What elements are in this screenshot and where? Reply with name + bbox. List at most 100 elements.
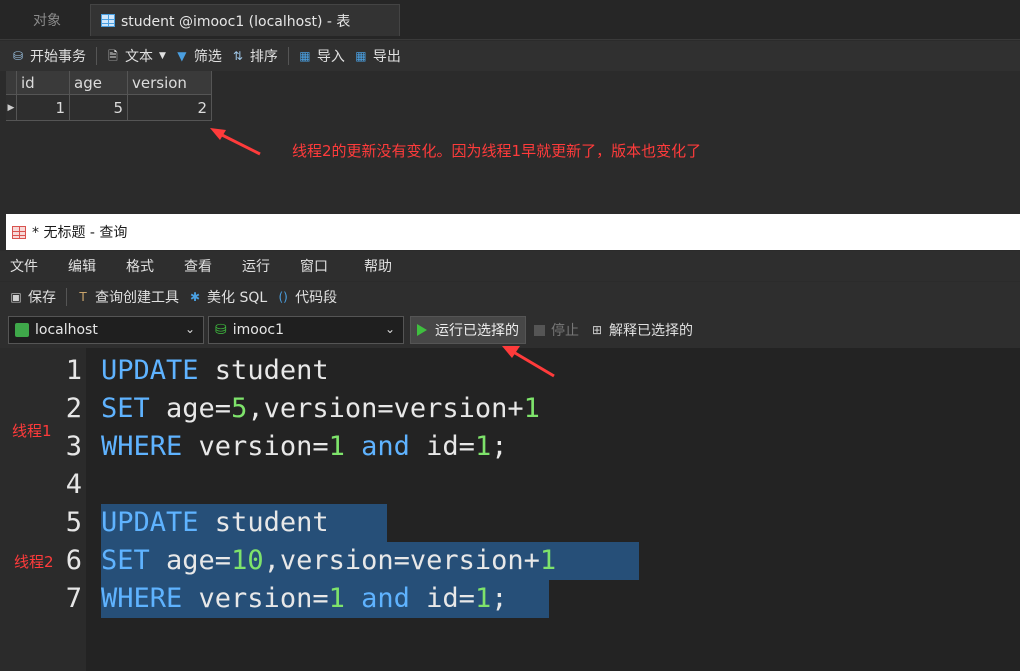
- thread1-label: 线程1: [12, 422, 52, 440]
- line-number: 1: [65, 355, 82, 386]
- sql-identifier: id=: [409, 583, 475, 614]
- import-button[interactable]: ▦ 导入: [297, 46, 345, 66]
- filter-button[interactable]: ▼ 筛选: [174, 46, 222, 66]
- menu-run[interactable]: 运行: [242, 256, 270, 276]
- thread2-label: 线程2: [14, 553, 54, 571]
- column-header-age[interactable]: age: [70, 71, 128, 95]
- tab-objects[interactable]: 对象: [6, 4, 88, 36]
- sql-editor[interactable]: 1 UPDATE student 2 SET age=5,version=versio…: [0, 348, 1020, 671]
- code-snippet-button[interactable]: () 代码段: [275, 287, 337, 307]
- sql-keyword: and: [361, 583, 410, 614]
- code-line[interactable]: 7 WHERE version=1 and id=1;: [0, 580, 1020, 618]
- cell-version[interactable]: 2: [128, 95, 212, 121]
- connection-select[interactable]: localhost ⌄: [8, 316, 204, 344]
- filter-label: 筛选: [193, 49, 222, 65]
- sql-number: 1: [328, 583, 345, 614]
- menu-edit[interactable]: 编辑: [68, 256, 96, 276]
- chevron-down-icon: ⌄: [184, 322, 195, 336]
- sql-identifier: age=: [149, 545, 232, 576]
- sql-identifier: student: [198, 355, 329, 386]
- export-icon: ▦: [355, 49, 367, 63]
- code-text: WHERE version=1 and id=1;: [101, 428, 507, 466]
- query-builder-label: 查询创建工具: [95, 290, 179, 306]
- row-pointer-icon: ▶: [6, 95, 17, 121]
- tab-objects-label: 对象: [33, 13, 61, 29]
- table-annotation: 线程2的更新没有变化。因为线程1早就更新了，版本也变化了: [292, 142, 702, 160]
- dropdown-arrow-icon: ▼: [159, 51, 166, 61]
- code-text: WHERE version=1 and id=1;: [101, 580, 507, 618]
- menu-window[interactable]: 窗口: [300, 256, 328, 276]
- tab-student-table[interactable]: student @imooc1 (localhost) - 表: [90, 4, 400, 36]
- code-line[interactable]: 2 SET age=5,version=version+1: [0, 390, 1020, 428]
- sql-keyword: and: [361, 431, 410, 462]
- connection-icon: [15, 323, 29, 337]
- sql-keyword: WHERE: [101, 583, 183, 614]
- explain-selected-button[interactable]: ⊞ 解释已选择的: [589, 320, 693, 340]
- toolbar-divider: [96, 47, 97, 65]
- braces-icon: (): [278, 290, 288, 304]
- line-number: 6: [65, 545, 82, 576]
- stop-button[interactable]: 停止: [534, 320, 579, 340]
- save-button[interactable]: ▣ 保存: [8, 287, 56, 307]
- column-header-id[interactable]: id: [17, 71, 70, 95]
- menu-file[interactable]: 文件: [10, 256, 38, 276]
- sql-number: 1: [474, 583, 492, 614]
- cell-id[interactable]: 1: [17, 95, 70, 121]
- sql-identifier: [345, 431, 361, 462]
- code-snippet-label: 代码段: [295, 290, 338, 306]
- code-text: SET age=10,version=version+1: [101, 542, 556, 580]
- query-builder-button[interactable]: T 查询创建工具: [75, 287, 179, 307]
- sql-identifier: ,version=version+: [263, 545, 540, 576]
- sql-number: 10: [231, 545, 264, 576]
- menu-view[interactable]: 查看: [184, 256, 212, 276]
- sql-identifier: version=: [182, 431, 329, 462]
- import-icon: ▦: [299, 49, 311, 63]
- connection-value: localhost: [35, 322, 98, 338]
- grid-header: id age version: [6, 71, 212, 95]
- database-select[interactable]: ⛁ imooc1 ⌄: [208, 316, 404, 344]
- export-button[interactable]: ▦ 导出: [353, 46, 401, 66]
- sql-keyword: UPDATE: [101, 355, 199, 386]
- sql-keyword: UPDATE: [101, 507, 199, 538]
- code-line[interactable]: 3 WHERE version=1 and id=1;: [0, 428, 1020, 466]
- sql-identifier: ;: [491, 431, 508, 462]
- sql-identifier: student: [198, 507, 329, 538]
- database-icon: ⛁: [12, 49, 24, 63]
- save-icon: ▣: [10, 290, 22, 304]
- toolbar-divider: [287, 47, 289, 65]
- annotation-arrow-icon: [210, 128, 261, 156]
- sql-identifier: ;: [491, 583, 508, 614]
- table-row[interactable]: ▶ 1 5 2: [6, 95, 212, 121]
- code-line[interactable]: 4: [0, 466, 1020, 504]
- sort-icon: ⇅: [232, 49, 243, 63]
- chevron-down-icon: ⌄: [384, 322, 395, 336]
- sql-keyword: SET: [101, 393, 150, 424]
- text-button[interactable]: 🗎 文本 ▼: [105, 46, 166, 66]
- beautify-sql-button[interactable]: ✱ 美化 SQL: [187, 287, 267, 307]
- menu-help[interactable]: 帮助: [364, 256, 392, 276]
- menu-format[interactable]: 格式: [126, 256, 154, 276]
- document-icon: 🗎: [108, 49, 118, 63]
- sql-identifier: version=: [182, 583, 329, 614]
- stop-label: 停止: [551, 323, 579, 339]
- line-number: 3: [65, 431, 82, 462]
- sort-button[interactable]: ⇅ 排序: [230, 46, 278, 66]
- code-line[interactable]: 5 UPDATE student: [0, 504, 1020, 542]
- query-toolbar: ▣ 保存 T 查询创建工具 ✱ 美化 SQL () 代码段: [0, 282, 1020, 312]
- database-value: imooc1: [232, 322, 284, 338]
- column-header-version[interactable]: version: [128, 71, 212, 95]
- sql-identifier: ,version=version+: [247, 393, 524, 424]
- line-number: 5: [65, 507, 82, 538]
- stop-icon: [534, 324, 545, 336]
- beautify-sql-label: 美化 SQL: [207, 290, 268, 306]
- code-text: SET age=5,version=version+1: [101, 390, 540, 428]
- code-line[interactable]: 6 SET age=10,version=version+1: [0, 542, 1020, 580]
- cell-age[interactable]: 5: [70, 95, 128, 121]
- row-header-corner: [6, 71, 17, 95]
- sql-identifier: id=: [409, 431, 475, 462]
- filter-icon: ▼: [177, 49, 187, 63]
- begin-transaction-button[interactable]: ⛁ 开始事务: [10, 46, 86, 66]
- table-icon: [101, 14, 115, 27]
- explain-selected-label: 解释已选择的: [609, 323, 693, 339]
- sql-number: 1: [523, 393, 540, 424]
